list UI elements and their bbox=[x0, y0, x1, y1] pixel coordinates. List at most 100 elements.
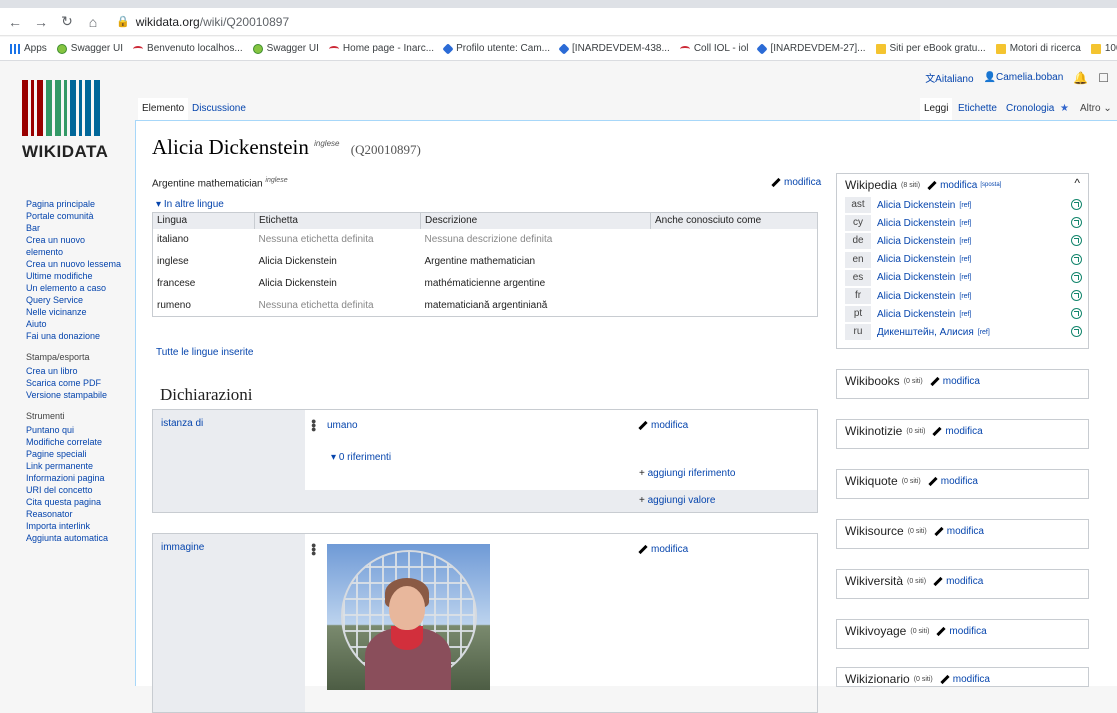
sidebar-nav-link[interactable]: Crea un nuovo elemento bbox=[26, 234, 96, 258]
bookmark-swagger-2[interactable]: Swagger UI bbox=[252, 43, 319, 54]
sidebar-nav-link[interactable]: Query Service bbox=[26, 294, 136, 306]
sidebar-tool-link[interactable]: Modifiche correlate bbox=[26, 436, 136, 448]
edit-sitelinks-button[interactable]: modifica bbox=[931, 426, 982, 437]
bookmark-swagger[interactable]: Swagger UI bbox=[56, 43, 123, 54]
edit-terms-button[interactable]: modifica bbox=[770, 177, 821, 188]
property-image[interactable]: immagine bbox=[153, 534, 305, 712]
edit-sitelinks-button[interactable]: modifica bbox=[939, 674, 990, 685]
sidebar-nav-link[interactable]: Bar bbox=[26, 222, 136, 234]
ref-link[interactable]: [ref] bbox=[959, 311, 971, 318]
add-value-button[interactable]: + aggiungi valore bbox=[305, 490, 817, 512]
forward-icon[interactable]: → bbox=[30, 14, 52, 30]
sidebar-tool-link[interactable]: Informazioni pagina bbox=[26, 472, 136, 484]
sitelink-title[interactable]: Дикенштейн, Алисия bbox=[877, 327, 974, 338]
edit-statement-button[interactable]: modifica bbox=[637, 544, 688, 555]
bookmark-profilo[interactable]: Profilo utente: Cam... bbox=[442, 42, 550, 55]
bookmark-coll-iol[interactable]: Coll IOL - iol bbox=[679, 43, 748, 54]
ref-link[interactable]: [ref] bbox=[959, 293, 971, 300]
value-human[interactable]: umano bbox=[327, 420, 358, 431]
edit-sitelinks-button[interactable]: modifica bbox=[933, 526, 984, 537]
add-reference-button[interactable]: + aggiungi riferimento bbox=[639, 468, 735, 479]
reload-icon[interactable]: ↻ bbox=[56, 13, 78, 30]
edit-sitelinks-button[interactable]: modifica bbox=[926, 180, 977, 191]
bookmark-ebook[interactable]: Siti per eBook gratu... bbox=[875, 43, 986, 54]
sidebar-nav-link[interactable]: Fai una donazione bbox=[26, 330, 136, 342]
ref-link[interactable]: [ref] bbox=[959, 274, 971, 281]
badge-icon[interactable] bbox=[1071, 271, 1082, 283]
badge-icon[interactable] bbox=[1071, 199, 1082, 210]
sidebar-print-link[interactable]: Crea un libro bbox=[26, 365, 136, 377]
sidebar-nav-link[interactable]: Aiuto bbox=[26, 318, 136, 330]
badge-icon[interactable] bbox=[1071, 308, 1082, 320]
tab-read[interactable]: Leggi bbox=[920, 98, 953, 120]
references-toggle[interactable]: ▾ 0 riferimenti bbox=[331, 452, 391, 463]
tab-talk[interactable]: Discussione bbox=[188, 98, 250, 120]
sidebar-nav-link[interactable]: Portale comunità bbox=[26, 210, 136, 222]
bookmark-apps[interactable]: Apps bbox=[10, 43, 47, 54]
sidebar-nav-link[interactable]: Ultime modifiche bbox=[26, 270, 136, 282]
inbox-icon[interactable]: ☐ bbox=[1098, 71, 1109, 85]
badge-icon[interactable] bbox=[1071, 217, 1082, 229]
sidebar-nav-link[interactable]: Un elemento a caso bbox=[26, 282, 136, 294]
user-link[interactable]: 👤Camelia.boban bbox=[984, 72, 1064, 83]
ref-link[interactable]: [ref] bbox=[959, 256, 971, 263]
edit-sitelinks-button[interactable]: modifica bbox=[929, 376, 980, 387]
home-icon[interactable]: ⌂ bbox=[82, 14, 104, 30]
bookmark-localhost[interactable]: Benvenuto localhos... bbox=[133, 43, 243, 54]
star-icon[interactable]: ★ bbox=[1056, 98, 1073, 120]
bookmark-100-donne[interactable]: 100 donne bbox=[1090, 43, 1117, 54]
sitelink-title[interactable]: Alicia Dickenstein bbox=[877, 218, 955, 229]
sidebar-tool-link[interactable]: URI del concetto bbox=[26, 484, 136, 496]
bookmark-inardevdem-438[interactable]: [INARDEVDEM-438... bbox=[558, 42, 670, 55]
wikidata-logo[interactable]: WIKIDATA bbox=[22, 80, 118, 162]
back-icon[interactable]: ← bbox=[4, 14, 26, 30]
ref-link[interactable]: [ref] bbox=[959, 202, 971, 209]
sidebar-print-link[interactable]: Scarica come PDF bbox=[26, 377, 136, 389]
sidebar-nav-link[interactable]: Crea un nuovo lessema bbox=[26, 258, 136, 270]
sitelink-title[interactable]: Alicia Dickenstein bbox=[877, 254, 955, 265]
sidebar-tool-link[interactable]: Reasonator bbox=[26, 508, 136, 520]
url-field[interactable]: 🔒 wikidata.org/wiki/Q20010897 bbox=[116, 15, 289, 29]
edit-sitelinks-button[interactable]: modifica bbox=[927, 476, 978, 487]
move-link[interactable]: [sposta] bbox=[980, 182, 1001, 188]
sitelink-title[interactable]: Alicia Dickenstein bbox=[877, 291, 955, 302]
sidebar-nav-link[interactable]: Nelle vicinanze bbox=[26, 306, 136, 318]
ref-link[interactable]: [ref] bbox=[978, 329, 990, 336]
sidebar-tool-link[interactable]: Aggiunta automatica bbox=[26, 532, 136, 544]
sidebar-tool-link[interactable]: Link permanente bbox=[26, 460, 136, 472]
bookmark-inarc[interactable]: Home page - Inarc... bbox=[328, 43, 434, 54]
sitelink-title[interactable]: Alicia Dickenstein bbox=[877, 309, 955, 320]
sidebar-tool-link[interactable]: Puntano qui bbox=[26, 424, 136, 436]
sitelink-title[interactable]: Alicia Dickenstein bbox=[877, 236, 955, 247]
ref-link[interactable]: [ref] bbox=[959, 238, 971, 245]
other-languages-toggle[interactable]: ▾ In altre lingue bbox=[156, 199, 818, 210]
edit-statement-button[interactable]: modifica bbox=[637, 420, 688, 431]
tab-labels[interactable]: Etichette bbox=[954, 98, 1001, 120]
language-selector[interactable]: 文Aitaliano bbox=[925, 70, 973, 85]
badge-icon[interactable] bbox=[1071, 326, 1082, 338]
edit-sitelinks-button[interactable]: modifica bbox=[935, 626, 986, 637]
sidebar-tool-link[interactable]: Cita questa pagina bbox=[26, 496, 136, 508]
badge-icon[interactable] bbox=[1071, 253, 1082, 265]
sidebar-nav-link[interactable]: Pagina principale bbox=[26, 198, 136, 210]
property-instance-of[interactable]: istanza di bbox=[153, 410, 305, 512]
sidebar-tool-link[interactable]: Importa interlink bbox=[26, 520, 136, 532]
portrait-image[interactable] bbox=[327, 544, 490, 690]
rank-selector-icon[interactable]: ● ● ● bbox=[311, 541, 316, 558]
ref-link[interactable]: [ref] bbox=[959, 220, 971, 227]
badge-icon[interactable] bbox=[1071, 235, 1082, 247]
all-languages-link[interactable]: Tutte le lingue inserite bbox=[156, 347, 253, 358]
sidebar-print-link[interactable]: Versione stampabile bbox=[26, 389, 136, 401]
badge-icon[interactable] bbox=[1071, 289, 1082, 301]
tab-item[interactable]: Elemento bbox=[138, 98, 189, 120]
tab-history[interactable]: Cronologia bbox=[1002, 98, 1058, 120]
bookmark-inardevdem-27[interactable]: [INARDEVDEM-27]... bbox=[756, 42, 866, 55]
sitelink-title[interactable]: Alicia Dickenstein bbox=[877, 200, 955, 211]
tab-more[interactable]: Altro ⌄ bbox=[1076, 98, 1116, 120]
rank-selector-icon[interactable]: ● ● ● bbox=[311, 417, 316, 434]
sitelink-title[interactable]: Alicia Dickenstein bbox=[877, 272, 955, 283]
bookmark-motori[interactable]: Motori di ricerca bbox=[995, 43, 1081, 54]
collapse-icon[interactable]: ^ bbox=[1074, 176, 1080, 190]
edit-sitelinks-button[interactable]: modifica bbox=[932, 576, 983, 587]
sidebar-tool-link[interactable]: Pagine speciali bbox=[26, 448, 136, 460]
